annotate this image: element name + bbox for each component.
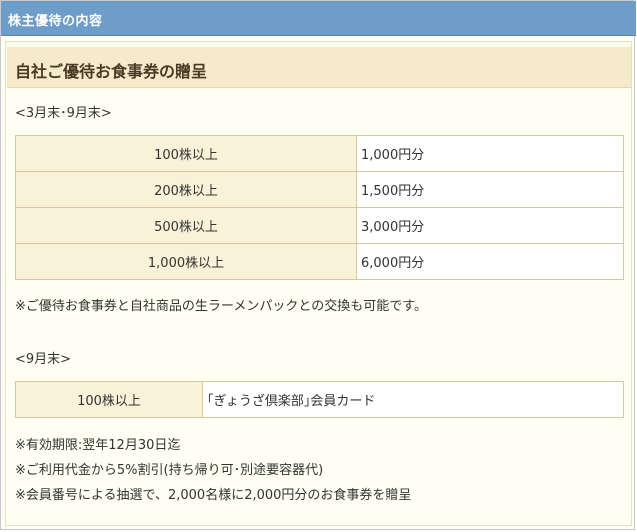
exchange-note: ※ご優待お食事券と自社商品の生ラーメンパックとの交換も可能です。 — [15, 299, 427, 314]
period-label-september: <9月末> — [15, 352, 72, 367]
benefit-cell: 3,000円分 — [356, 207, 624, 244]
benefit-cell: 1,500円分 — [356, 171, 624, 208]
note-discount: ※ご利用代金から5%割引(持ち帰り可･別途要容器代) — [15, 463, 324, 478]
section-heading-text: 自社ご優待お食事券の贈呈 — [15, 62, 208, 81]
benefit-cell: ｢ぎょうざ倶楽部｣会員カード — [202, 381, 624, 418]
note-lottery: ※会員番号による抽選で、2,000名様に2,000円分のお食事券を贈呈 — [15, 488, 412, 503]
shares-cell: 100株以上 — [15, 135, 357, 172]
benefit-table-march-september: 100株以上 1,000円分 200株以上 1,500円分 500株以上 3,0… — [15, 135, 624, 280]
benefit-cell: 6,000円分 — [356, 243, 624, 280]
note-expiry: ※有効期限:翌年12月30日迄 — [15, 438, 181, 453]
header-bar: 株主優待の内容 — [1, 1, 636, 36]
section-heading: 自社ご優待お食事券の贈呈 — [7, 47, 631, 88]
page-title: 株主優待の内容 — [8, 14, 103, 29]
benefits-frame: 株主優待の内容 自社ご優待お食事券の贈呈 <3月末･9月末> 100株以上 1,… — [0, 0, 636, 530]
table-row: 500株以上 3,000円分 — [15, 207, 624, 244]
benefit-table-september: 100株以上 ｢ぎょうざ倶楽部｣会員カード — [15, 381, 624, 418]
shares-cell: 500株以上 — [15, 207, 357, 244]
shares-cell: 1,000株以上 — [15, 243, 357, 280]
table-row: 100株以上 ｢ぎょうざ倶楽部｣会員カード — [15, 381, 624, 418]
benefit-cell: 1,000円分 — [356, 135, 624, 172]
period-label-march-september: <3月末･9月末> — [15, 106, 112, 121]
table-row: 200株以上 1,500円分 — [15, 171, 624, 208]
shares-cell: 100株以上 — [15, 381, 203, 418]
shares-cell: 200株以上 — [15, 171, 357, 208]
table-row: 100株以上 1,000円分 — [15, 135, 624, 172]
table-row: 1,000株以上 6,000円分 — [15, 243, 624, 280]
